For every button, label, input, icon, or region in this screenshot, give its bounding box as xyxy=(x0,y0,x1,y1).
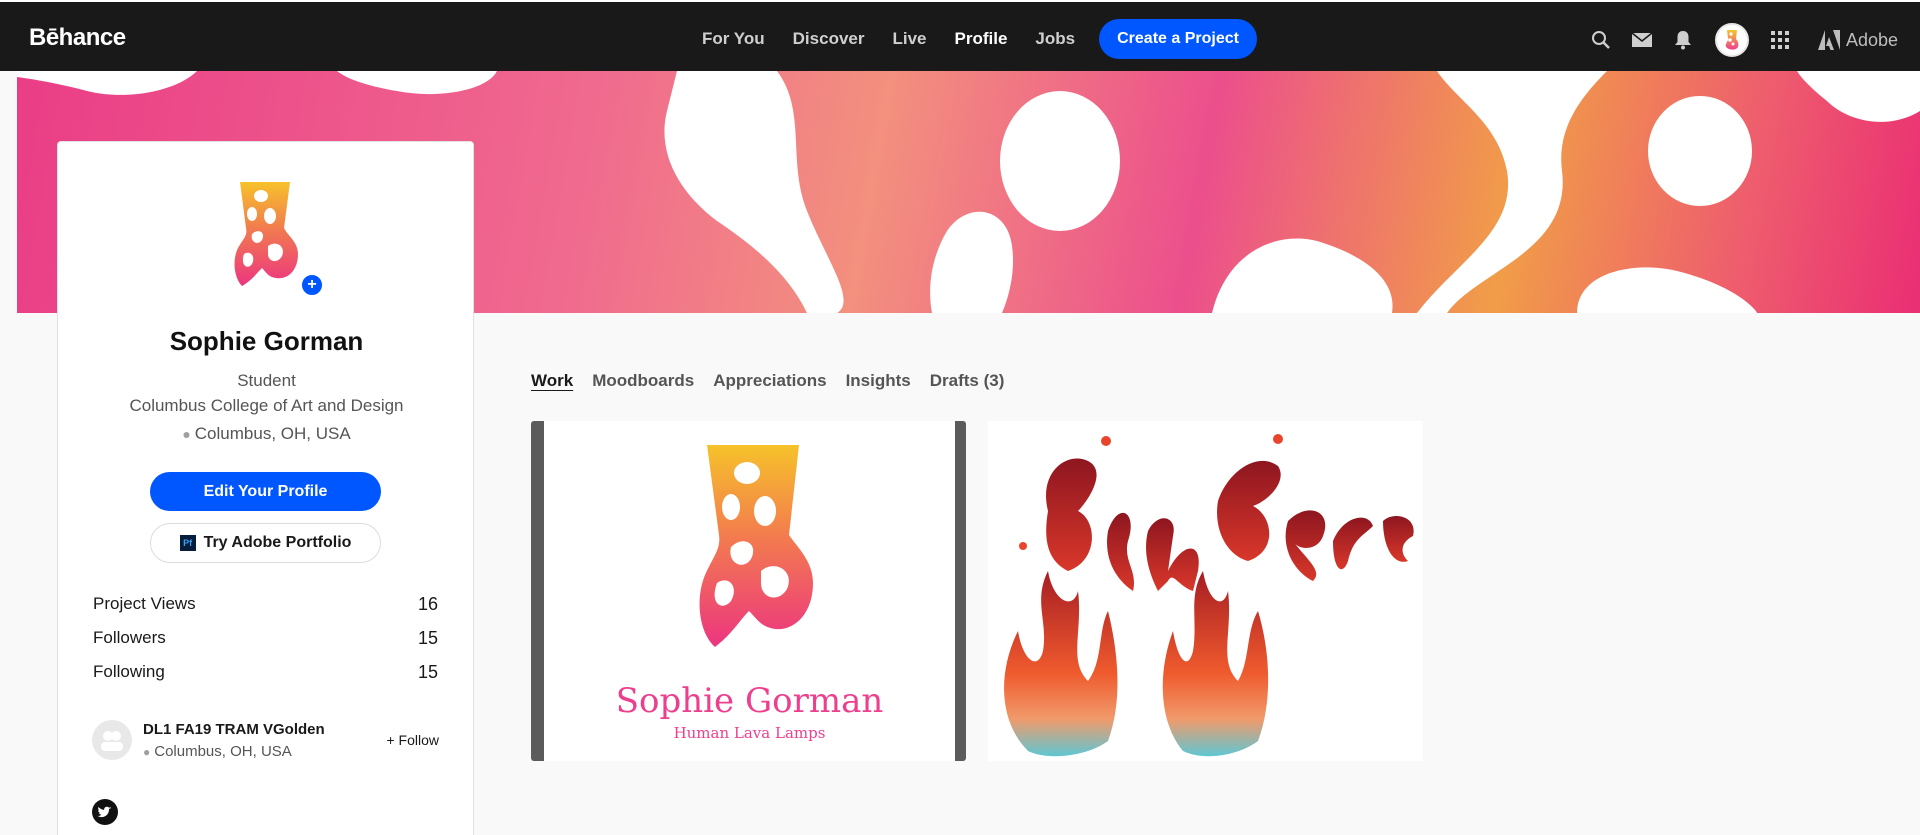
stat-row-project-views[interactable]: Project Views 16 xyxy=(93,594,438,628)
add-avatar-button[interactable]: + xyxy=(300,273,324,297)
stat-row-following[interactable]: Following 15 xyxy=(93,662,438,696)
ginger-flame-artwork xyxy=(1004,434,1414,757)
team-avatar[interactable] xyxy=(92,720,132,760)
adobe-portfolio-icon: Pf xyxy=(179,535,196,551)
nav-item-live[interactable]: Live xyxy=(892,29,926,49)
apps-grid-icon[interactable] xyxy=(1767,27,1793,53)
team-name[interactable]: DL1 FA19 TRAM VGolden xyxy=(143,721,325,738)
profile-stats: Project Views 16 Followers 15 Following … xyxy=(93,594,438,696)
adobe-label: Adobe xyxy=(1846,29,1899,50)
stat-row-followers[interactable]: Followers 15 xyxy=(93,628,438,662)
behance-logo[interactable]: Bēhance xyxy=(29,24,126,52)
nav-item-discover[interactable]: Discover xyxy=(793,29,865,49)
tab-drafts[interactable]: Drafts (3) xyxy=(930,371,1005,391)
nav-item-jobs[interactable]: Jobs xyxy=(1035,29,1075,49)
adobe-logo-icon xyxy=(1818,30,1840,50)
twitter-icon[interactable] xyxy=(92,799,118,825)
profile-name: Sophie Gorman xyxy=(169,326,364,356)
profile-location-text[interactable]: Columbus, OH, USA xyxy=(195,424,351,443)
nav-item-profile[interactable]: Profile xyxy=(955,29,1008,49)
profile-school: Columbus College of Art and Design xyxy=(129,396,404,415)
tab-insights[interactable]: Insights xyxy=(846,371,911,391)
portfolio-button-label: Try Adobe Portfolio xyxy=(203,534,352,551)
stat-label: Followers xyxy=(93,628,166,647)
main-nav: For You Discover Live Profile Jobs Creat… xyxy=(702,19,1257,59)
try-adobe-portfolio-button[interactable]: Pf Try Adobe Portfolio xyxy=(150,523,381,563)
nav-icon-group: Adobe xyxy=(1588,22,1898,58)
stat-value: 16 xyxy=(417,594,438,614)
top-navigation-bar: Bēhance For You Discover Live Profile Jo… xyxy=(0,0,1920,71)
tab-moodboards[interactable]: Moodboards xyxy=(592,371,694,391)
search-icon[interactable] xyxy=(1588,27,1614,53)
project-card-ginger[interactable] xyxy=(988,421,1423,761)
edit-profile-button[interactable]: Edit Your Profile xyxy=(150,472,381,511)
tab-work[interactable]: Work xyxy=(531,371,573,391)
stat-label: Project Views xyxy=(93,594,196,613)
team-location-text: Columbus, OH, USA xyxy=(154,743,292,760)
location-pin-icon: ● xyxy=(182,426,191,442)
lava-lamp-logo xyxy=(699,445,813,647)
team-location: ● Columbus, OH, USA xyxy=(143,743,292,760)
profile-avatar[interactable] xyxy=(228,180,308,290)
create-project-button[interactable]: Create a Project xyxy=(1099,19,1257,59)
avatar[interactable] xyxy=(1715,23,1749,57)
tab-appreciations[interactable]: Appreciations xyxy=(713,371,826,391)
stat-value: 15 xyxy=(417,662,438,682)
project-subtitle-art: Human Lava Lamps xyxy=(673,724,826,742)
bell-icon[interactable] xyxy=(1670,27,1696,53)
mail-icon[interactable] xyxy=(1629,27,1655,53)
profile-tabs: Work Moodboards Appreciations Insights D… xyxy=(531,371,1023,391)
team-item: DL1 FA19 TRAM VGolden ● Columbus, OH, USA… xyxy=(92,720,439,764)
project-title-art: Sophie Gorman xyxy=(615,681,884,721)
stat-label: Following xyxy=(93,662,165,681)
stat-value: 15 xyxy=(417,628,438,648)
project-card-sophie-gorman[interactable]: Sophie Gorman Human Lava Lamps xyxy=(531,421,966,761)
profile-occupation: Student xyxy=(237,371,296,390)
profile-card: + Sophie Gorman Student Columbus College… xyxy=(57,141,474,835)
follow-button[interactable]: + Follow xyxy=(386,732,439,748)
nav-item-for-you[interactable]: For You xyxy=(702,29,765,49)
profile-location: ● Columbus, OH, USA xyxy=(58,424,475,444)
adobe-link[interactable]: Adobe xyxy=(1818,30,1898,51)
location-pin-icon: ● xyxy=(143,745,151,759)
